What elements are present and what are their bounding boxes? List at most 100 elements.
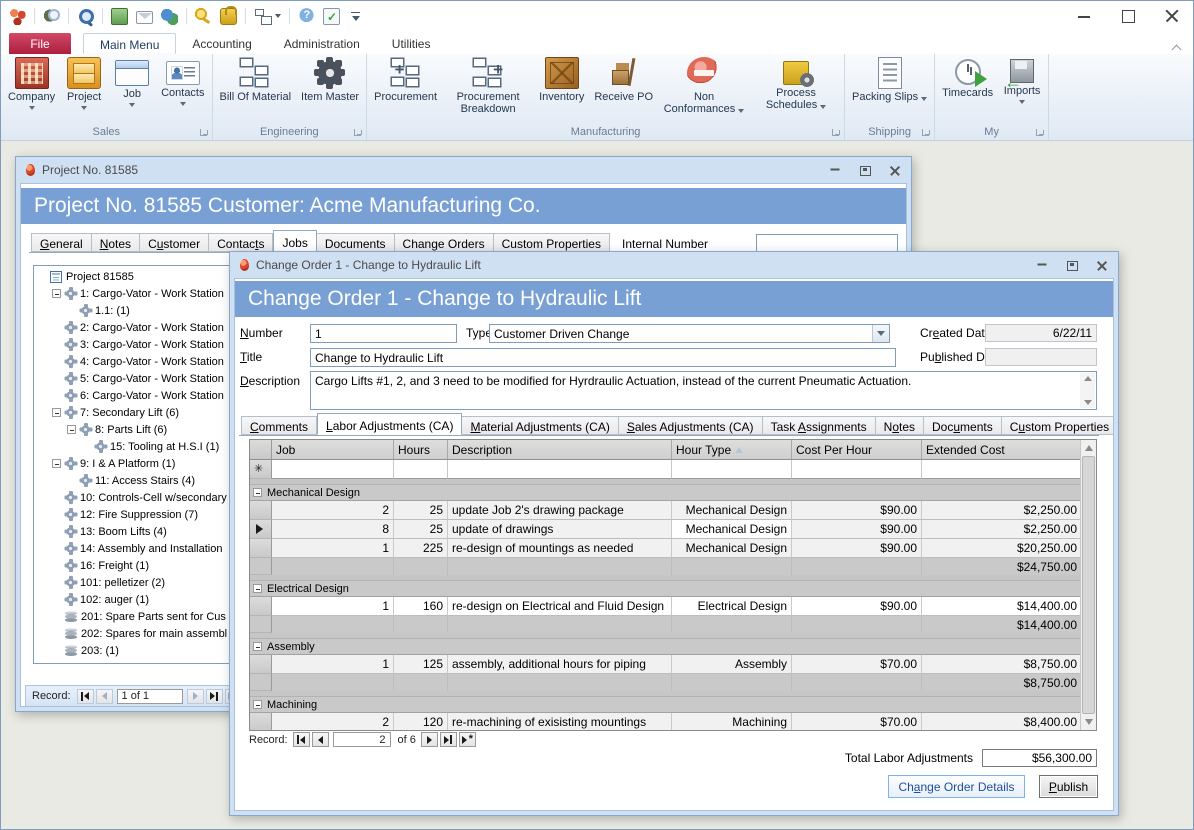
grid-row[interactable]: 1125assembly, additional hours for pipin… <box>250 655 1080 674</box>
tree-node[interactable]: 203: (1) <box>34 642 239 659</box>
tree-node[interactable]: 5: Cargo-Vator - Work Station <box>34 370 239 387</box>
tab-comments[interactable]: Comments <box>241 416 317 435</box>
tree-node[interactable]: 202: Spares for main assembl <box>34 625 239 642</box>
change-order-titlebar[interactable]: Change Order 1 - Change to Hydraulic Lif… <box>230 252 1118 278</box>
tab-customer[interactable]: Customer <box>140 233 209 252</box>
new-cell-job[interactable] <box>272 460 394 479</box>
collapse-icon[interactable] <box>52 289 61 298</box>
record-position[interactable]: 1 of 1 <box>117 689 183 704</box>
collapse-icon[interactable] <box>52 408 61 417</box>
ribbon-tab-administration[interactable]: Administration <box>268 33 376 54</box>
column-header-extended-cost[interactable]: Extended Cost <box>922 440 1082 460</box>
tab-documents[interactable]: Documents <box>317 233 395 252</box>
cell-hours[interactable]: 125 <box>394 655 448 674</box>
cell-description[interactable]: assembly, additional hours for piping <box>448 655 672 674</box>
key-icon[interactable] <box>195 8 212 25</box>
record-first-button[interactable] <box>77 689 94 704</box>
cell-job[interactable]: 8 <box>272 520 394 539</box>
collapse-icon[interactable] <box>52 459 61 468</box>
cell-hours[interactable]: 25 <box>394 501 448 520</box>
column-header-description[interactable]: Description <box>448 440 672 460</box>
row-selector[interactable] <box>250 713 272 731</box>
row-selector[interactable] <box>250 597 272 616</box>
ribbon-button-company[interactable]: Company <box>3 55 60 123</box>
collapse-group-icon[interactable] <box>253 584 262 593</box>
minimize-icon[interactable] <box>829 165 841 176</box>
column-header-hour-type[interactable]: Hour Type <box>672 440 792 460</box>
tree-node[interactable]: 10: Controls-Cell w/secondary <box>34 489 239 506</box>
cell-extended-cost[interactable]: $8,750.00 <box>922 655 1082 674</box>
tree-node[interactable]: 1.1: (1) <box>34 302 239 319</box>
cell-hour-type[interactable]: Machining <box>672 713 792 731</box>
tree-node[interactable]: 3: Cargo-Vator - Work Station <box>34 336 239 353</box>
tab-sales-adjustments-ca[interactable]: Sales Adjustments (CA) <box>619 416 763 435</box>
tree-node[interactable]: 11: Access Stairs (4) <box>34 472 239 489</box>
ribbon-button-procurement[interactable]: Procurement <box>369 55 442 123</box>
cell-cost-per-hour[interactable]: $90.00 <box>792 520 922 539</box>
close-icon[interactable] <box>1165 9 1179 23</box>
tasks-icon[interactable] <box>323 8 340 25</box>
cell-extended-cost[interactable]: $2,250.00 <box>922 501 1082 520</box>
collapse-group-icon[interactable] <box>253 700 262 709</box>
tree-node[interactable]: 16: Freight (1) <box>34 557 239 574</box>
new-cell-description[interactable] <box>448 460 672 479</box>
grid-row[interactable]: 225update Job 2's drawing packageMechani… <box>250 501 1080 520</box>
find-contact-icon[interactable] <box>43 8 60 25</box>
tab-labor-adjustments-ca[interactable]: Labor Adjustments (CA) <box>317 413 462 435</box>
search-icon[interactable] <box>77 8 94 25</box>
ribbon-button-procurement-breakdown[interactable]: Procurement Breakdown <box>442 55 534 123</box>
ribbon-tab-main-menu[interactable]: Main Menu <box>83 33 176 54</box>
ribbon-button-item-master[interactable]: Item Master <box>296 55 364 123</box>
tab-notes[interactable]: Notes <box>92 233 140 252</box>
minimize-icon[interactable] <box>1036 260 1048 271</box>
record-position[interactable]: 2 <box>333 732 391 747</box>
cell-cost-per-hour[interactable]: $90.00 <box>792 597 922 616</box>
ribbon-button-receive-po[interactable]: Receive PO <box>589 55 658 123</box>
cell-description[interactable]: update of drawings <box>448 520 672 539</box>
tab-change-orders[interactable]: Change Orders <box>395 233 494 252</box>
restore-icon[interactable] <box>859 165 871 176</box>
new-cell-hours[interactable] <box>394 460 448 479</box>
ribbon-button-process-schedules[interactable]: Process Schedules <box>750 55 842 123</box>
tree-node[interactable]: 102: auger (1) <box>34 591 239 608</box>
tree-node[interactable]: 9: I & A Platform (1) <box>34 455 239 472</box>
tree-node[interactable]: 4: Cargo-Vator - Work Station <box>34 353 239 370</box>
minimize-icon[interactable] <box>1077 9 1091 23</box>
org-chart-icon[interactable] <box>254 8 271 25</box>
ribbon-button-contacts[interactable]: Contacts <box>156 55 209 123</box>
scroll-up-icon[interactable] <box>1081 440 1096 456</box>
grid-row[interactable]: 1225re-design of mountings as neededMech… <box>250 539 1080 558</box>
cell-description[interactable]: re-design on Electrical and Fluid Design <box>448 597 672 616</box>
group-band-mechanical-design[interactable]: Mechanical Design <box>250 485 1080 501</box>
tree-node[interactable]: 7: Secondary Lift (6) <box>34 404 239 421</box>
tree-node[interactable]: 13: Boom Lifts (4) <box>34 523 239 540</box>
notebook-icon[interactable] <box>111 8 128 25</box>
dialog-launcher-icon[interactable] <box>832 129 839 136</box>
cell-hours[interactable]: 225 <box>394 539 448 558</box>
tree-node[interactable]: 12: Fire Suppression (7) <box>34 506 239 523</box>
cell-hour-type[interactable]: Mechanical Design <box>672 539 792 558</box>
new-cell-cost-per-hour[interactable] <box>792 460 922 479</box>
ribbon-button-bill-of-material[interactable]: Bill Of Material <box>215 55 297 123</box>
column-header-hours[interactable]: Hours <box>394 440 448 460</box>
grid-row[interactable]: 2120re-machining of exisisting mountings… <box>250 713 1080 731</box>
publish-button[interactable]: Publish <box>1039 775 1098 798</box>
cell-hour-type[interactable]: Mechanical Design <box>672 520 792 539</box>
cell-job[interactable]: 1 <box>272 655 394 674</box>
collapse-icon[interactable] <box>67 425 76 434</box>
title-input[interactable] <box>310 348 896 367</box>
tree-node[interactable]: 8: Parts Lift (6) <box>34 421 239 438</box>
collapse-group-icon[interactable] <box>253 642 262 651</box>
column-header-cost-per-hour[interactable]: Cost Per Hour <box>792 440 922 460</box>
cell-description[interactable]: update Job 2's drawing package <box>448 501 672 520</box>
dialog-launcher-icon[interactable] <box>200 129 207 136</box>
cell-cost-per-hour[interactable]: $70.00 <box>792 655 922 674</box>
collapse-ribbon-icon[interactable] <box>1172 43 1181 52</box>
collapse-group-icon[interactable] <box>253 488 262 497</box>
cell-job[interactable]: 2 <box>272 713 394 731</box>
cell-hour-type[interactable]: Assembly <box>672 655 792 674</box>
help-icon[interactable] <box>298 8 315 25</box>
record-next-button[interactable] <box>187 689 204 704</box>
cell-hour-type[interactable]: Electrical Design <box>672 597 792 616</box>
grid-row[interactable]: 825update of drawingsMechanical Design$9… <box>250 520 1080 539</box>
